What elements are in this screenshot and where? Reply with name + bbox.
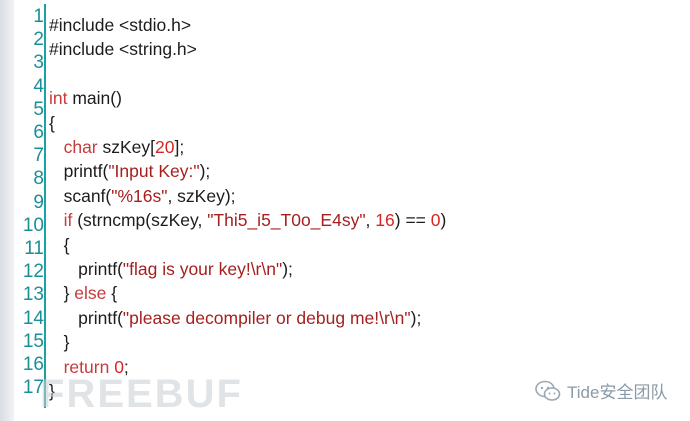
code-token: ) == <box>394 210 431 231</box>
code-token: "please decompiler or debug me!\r\n" <box>122 307 411 328</box>
code-token: ) <box>440 210 447 231</box>
code-token: { <box>106 283 118 304</box>
line-number: 8 <box>33 168 44 190</box>
line-number: 12 <box>22 261 44 283</box>
code-editor: #include <stdio.h> #include <string.h> int… <box>0 0 690 421</box>
code-token: 20 <box>155 137 175 157</box>
code-line: printf("flag is your key!\r\n"); <box>49 257 293 281</box>
code-token: (strncmp(szKey, <box>72 210 208 231</box>
code-token: "Input Key:" <box>108 161 200 182</box>
code-token: else <box>74 283 107 304</box>
code-token: } <box>49 283 75 304</box>
code-token: ); <box>282 259 293 279</box>
code-token: int <box>49 88 68 109</box>
code-token: #include <stdio.h> <box>49 15 192 35</box>
code-token: char <box>63 137 98 157</box>
code-line: } else { <box>49 281 118 305</box>
code-token: { <box>49 112 55 133</box>
line-number: 3 <box>33 52 44 74</box>
code-token: 16 <box>375 210 395 231</box>
line-number: 16 <box>22 354 44 375</box>
freebuf-watermark: FREEBUF <box>40 372 243 416</box>
code-line: int main() <box>49 86 122 110</box>
brand-name: Tide安全团队 <box>567 383 668 402</box>
code-token: "flag is your key!\r\n" <box>122 259 283 279</box>
brand-badge: Tide安全团队 <box>535 378 667 403</box>
line-number: 17 <box>22 377 44 399</box>
window-edge <box>0 0 14 421</box>
code-token: printf( <box>49 307 123 328</box>
line-number: 9 <box>33 191 44 213</box>
wechat-icon <box>535 380 561 401</box>
code-token: , <box>365 210 376 231</box>
code-line: #include <stdio.h> <box>49 13 191 37</box>
line-number: 6 <box>33 122 44 143</box>
code-token: ); <box>199 161 211 182</box>
line-number: 2 <box>33 29 44 51</box>
line-number: 5 <box>33 98 44 120</box>
line-number: 4 <box>33 75 44 97</box>
line-number: 1 <box>33 6 44 27</box>
code-line: printf("Input Key:"); <box>49 159 211 183</box>
gutter-divider <box>44 4 46 408</box>
code-token: , szKey); <box>167 185 236 206</box>
code-line: { <box>49 233 70 257</box>
code-token: } <box>49 332 70 353</box>
line-number: 11 <box>24 238 44 259</box>
code-line: } <box>49 330 70 354</box>
code-line: { <box>49 111 55 135</box>
code-token: printf( <box>49 259 123 279</box>
code-token: main() <box>67 88 122 109</box>
line-number: 7 <box>33 145 44 167</box>
code-line: printf("please decompiler or debug me!\r… <box>49 306 421 330</box>
code-token: { <box>49 234 70 255</box>
code-line: scanf("%16s", szKey); <box>49 184 236 208</box>
code-token: ); <box>410 307 422 328</box>
line-number: 15 <box>22 330 44 352</box>
code-line: if (strncmp(szKey, "Thi5_i5_T0o_E4sy", 1… <box>49 208 447 232</box>
line-number: 14 <box>22 307 44 329</box>
code-line: #include <string.h> <box>49 37 197 61</box>
code-token: scanf( <box>49 185 112 206</box>
code-token: ]; <box>174 137 185 157</box>
line-number: 10 <box>22 214 44 236</box>
code-token: szKey[ <box>97 137 156 157</box>
code-token: "Thi5_i5_T0o_E4sy" <box>207 210 366 231</box>
line-number: 13 <box>22 284 44 306</box>
code-token: "%16s" <box>111 185 168 206</box>
code-token: printf( <box>49 161 109 182</box>
code-line: char szKey[20]; <box>49 135 185 159</box>
code-token: #include <string.h> <box>49 39 197 60</box>
